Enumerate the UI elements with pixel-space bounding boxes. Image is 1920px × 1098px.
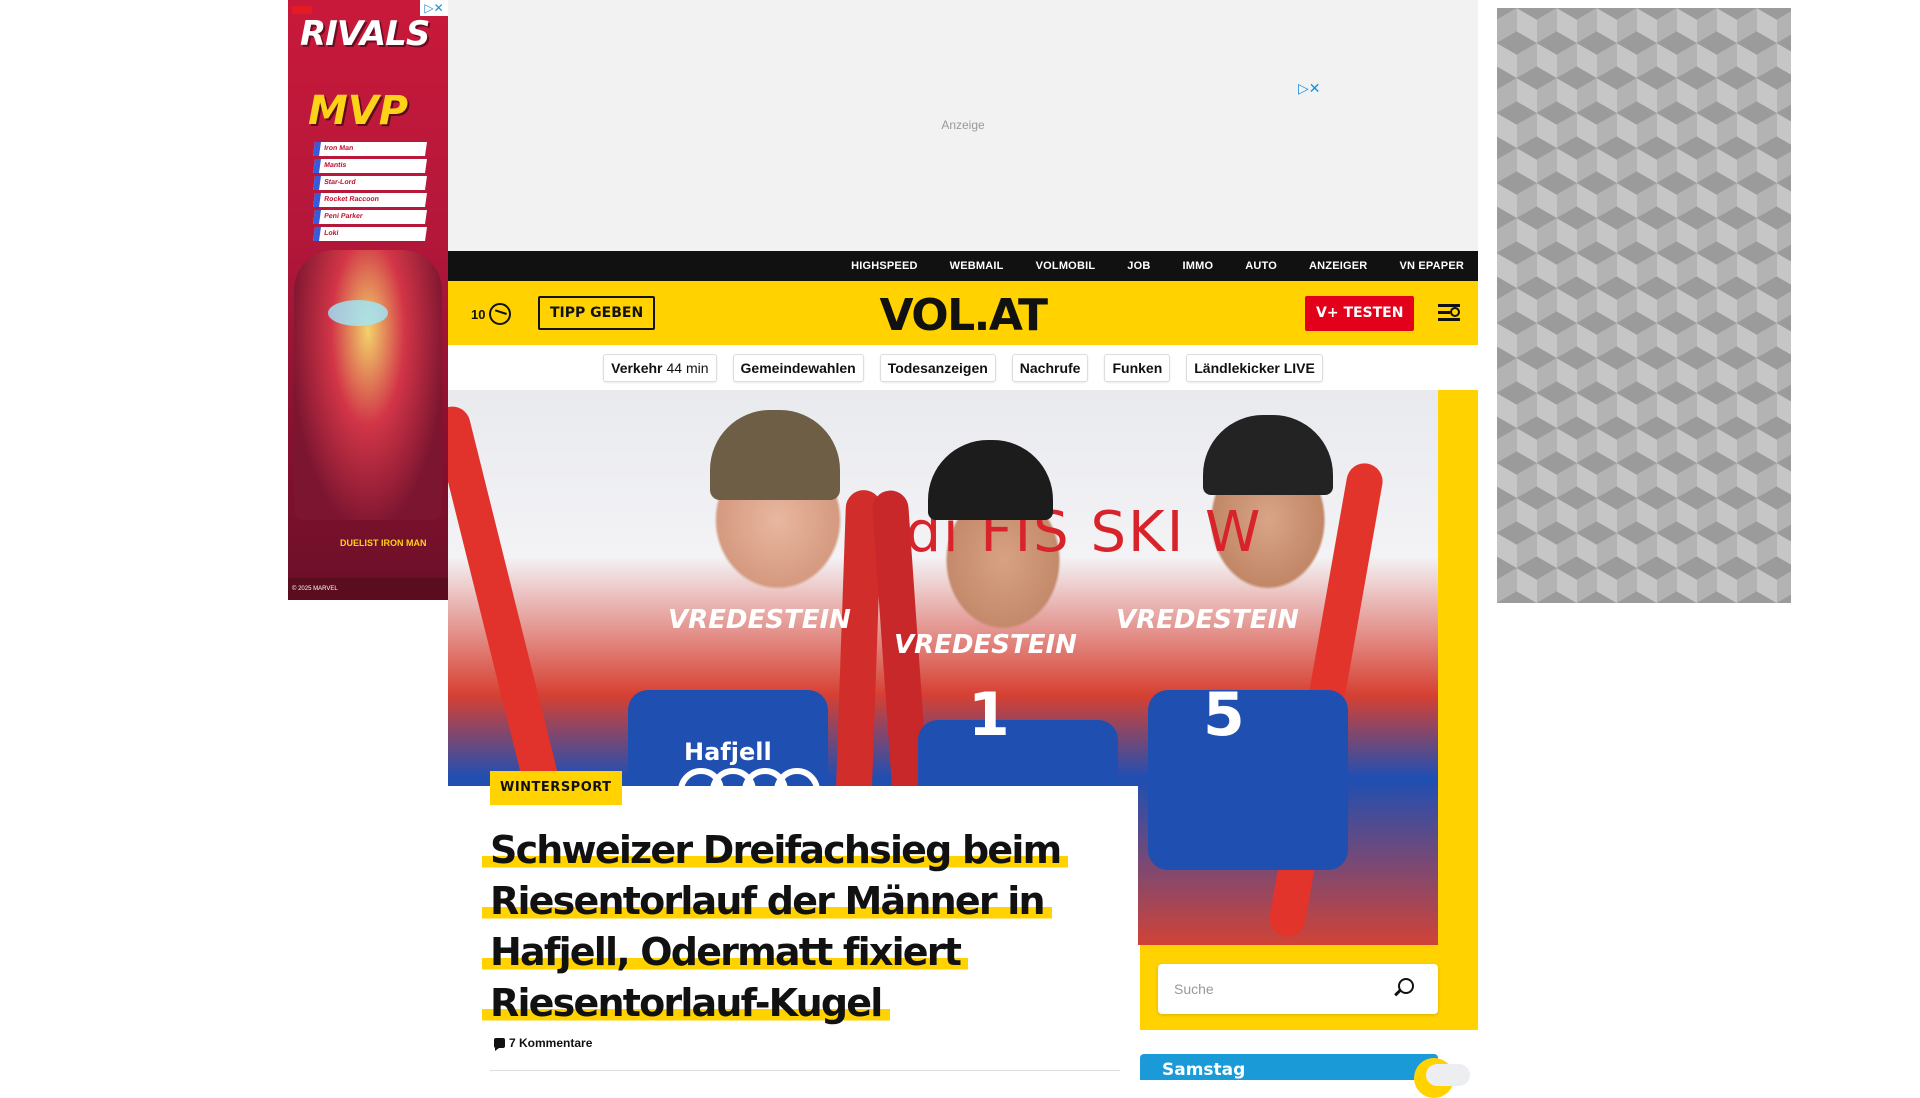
marvel-logo [292,6,312,14]
bib-sponsor: VREDESTEIN [668,605,851,635]
search-input[interactable] [1174,964,1384,1014]
tipp-geben-button[interactable]: TIPP GEBEN [538,296,656,330]
weather-widget[interactable]: 10 [471,303,512,325]
menu-search-icon[interactable] [1438,301,1464,323]
ad-footer: © 2025 MARVEL [288,578,448,600]
weather-card-title[interactable]: Samstag [1140,1054,1438,1080]
quicklinks-bar: Verkehr 44 min Gemeindewahlen Todesanzeig… [448,345,1478,390]
bib-number: 5 [1203,680,1245,750]
ad-rank-item: Iron Man [313,142,427,156]
ad-label: Anzeige [941,118,985,132]
nav-link-webmail[interactable]: WEBMAIL [950,260,1004,272]
athlete-cap [928,440,1053,520]
cloud-icon [1426,1064,1470,1086]
nav-link-anzeiger[interactable]: ANZEIGER [1309,260,1367,272]
right-skyscraper-ad[interactable] [1497,8,1791,603]
nav-link-volmobil[interactable]: VOLMOBIL [1036,260,1096,272]
quicklink-funken[interactable]: Funken [1104,353,1171,382]
ad-rank-item: Loki [313,227,427,241]
ad-rank-item: Mantis [313,159,427,173]
bib-venue: Hafjell [684,738,772,766]
athlete-cap [710,410,840,500]
left-skyscraper-ad[interactable]: ▷✕ RIVALS MVP Iron Man Mantis Star-Lord … [288,0,448,600]
yellow-side-panel [1438,390,1478,1030]
site-header: 10 TIPP GEBEN VOL.AT V+ TESTEN [448,281,1478,345]
quicklink-gemeindewahlen[interactable]: Gemeindewahlen [732,353,864,382]
article-headline[interactable]: Schweizer Dreifachsieg beim Riesentorlau… [482,825,1082,1029]
nav-link-job[interactable]: JOB [1127,260,1150,272]
vplus-testen-button[interactable]: V+ TESTEN [1305,296,1415,331]
search-icon[interactable] [1398,978,1414,994]
quicklink-nachrufe[interactable]: Nachrufe [1011,353,1089,382]
nav-link-immo[interactable]: IMMO [1182,260,1213,272]
comments-count: 7 Kommentare [509,1036,593,1050]
quicklink-todesanzeigen[interactable]: Todesanzeigen [879,353,996,382]
ad-rank-item: Star-Lord [313,176,427,190]
bib-sponsor: VREDESTEIN [1116,605,1299,635]
comments-link[interactable]: 7 Kommentare [494,1036,593,1051]
ad-rank-item: Rocket Raccoon [313,193,427,207]
ad-mvp-text: MVP [308,88,409,134]
nav-link-highspeed[interactable]: HIGHSPEED [851,260,918,272]
category-badge[interactable]: WINTERSPORT [490,771,622,805]
nav-link-auto[interactable]: AUTO [1245,260,1277,272]
bib-sponsor: VREDESTEIN [894,630,1077,660]
ad-title: RIVALS [300,14,430,54]
athlete-bib [1148,690,1348,870]
ad-tagline: DUELIST IRON MAN [340,538,427,548]
bib-number: 1 [968,680,1010,750]
divider [490,1070,1120,1071]
comment-icon [494,1038,505,1051]
adchoices-icon[interactable]: ▷✕ [1298,80,1321,97]
ad-hero-visor [328,300,388,326]
athlete-cap [1203,415,1333,495]
temperature-value: 10 [471,306,486,322]
ad-rank-item: Peni Parker [313,210,427,224]
service-nav: HIGHSPEED WEBMAIL VOLMOBIL JOB IMMO AUTO… [448,251,1478,281]
ad-rank-list: Iron Man Mantis Star-Lord Rocket Raccoon… [313,142,427,244]
quicklink-laendlekicker-live[interactable]: Ländlekicker LIVE [1186,353,1323,382]
search-box [1158,964,1438,1014]
cloud-icon [489,303,512,325]
ad-hero-artwork [294,250,442,520]
nav-link-vn-epaper[interactable]: VN EPAPER [1399,260,1464,272]
top-leaderboard-ad[interactable]: ▷✕ Anzeige [448,0,1478,251]
quicklink-verkehr[interactable]: Verkehr 44 min [603,353,717,382]
